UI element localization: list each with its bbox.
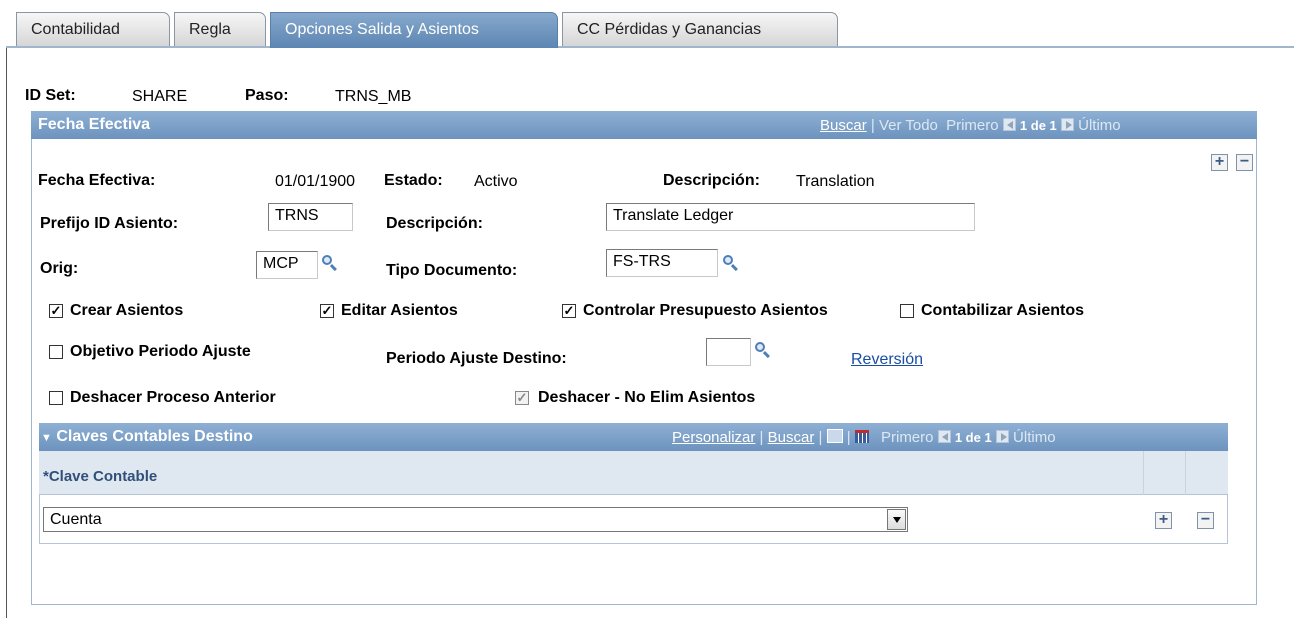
grid-add-row-button[interactable]: +	[1155, 512, 1172, 529]
reversion-link[interactable]: Reversión	[851, 351, 923, 369]
fecha-efectiva-value: 01/01/1900	[275, 173, 356, 190]
grid-primero-label[interactable]: Primero	[881, 429, 934, 446]
claves-contables-title-text: Claves Contables Destino	[56, 428, 253, 445]
ultimo-label[interactable]: Último	[1078, 117, 1121, 134]
grid-row-count: 1 de 1	[954, 430, 992, 445]
collapse-triangle-icon[interactable]: ▼	[41, 432, 52, 444]
periodo-ajuste-destino-label: Periodo Ajuste Destino:	[386, 350, 567, 367]
tab-contabilidad[interactable]: Contabilidad	[16, 12, 170, 46]
claves-contables-title[interactable]: ▼ Claves Contables Destino	[41, 428, 253, 446]
periodo-ajuste-destino-input[interactable]	[706, 338, 751, 366]
estado-value: Activo	[474, 173, 518, 190]
objetivo-periodo-ajuste-checkbox[interactable]	[49, 345, 63, 359]
periodo-ajuste-lookup-icon[interactable]	[754, 341, 772, 359]
tab-cc-perdidas[interactable]: CC Pérdidas y Ganancias	[562, 12, 838, 46]
orig-label: Orig:	[40, 260, 79, 277]
tipo-documento-label: Tipo Documento:	[386, 262, 518, 279]
grid-buscar-link[interactable]: Buscar	[768, 429, 815, 446]
orig-input[interactable]: MCP	[256, 251, 318, 279]
prefijo-id-asiento-input[interactable]: TRNS	[268, 203, 353, 231]
tab-label: Regla	[189, 21, 231, 38]
controlar-presupuesto-label: Controlar Presupuesto Asientos	[583, 302, 828, 319]
grid-delete-row-button[interactable]: −	[1197, 512, 1214, 529]
add-row-button[interactable]: +	[1211, 154, 1228, 171]
contabilizar-asientos-label: Contabilizar Asientos	[921, 302, 1084, 319]
deshacer-no-elim-checkbox: ✓	[515, 390, 529, 405]
buscar-link[interactable]: Buscar	[820, 117, 867, 134]
id-set-label: ID Set:	[25, 87, 76, 104]
paso-label: Paso:	[245, 87, 289, 104]
previous-arrow-icon[interactable]	[1002, 118, 1016, 131]
crear-asientos-label: Crear Asientos	[70, 302, 184, 319]
fecha-efectiva-nav: Buscar | Ver Todo Primero 1 de 1 Último	[820, 117, 1121, 134]
grid-next-arrow-icon[interactable]	[995, 430, 1009, 443]
paso-value: TRNS_MB	[335, 88, 412, 105]
tipo-documento-lookup-icon[interactable]	[722, 254, 740, 272]
descripcion-input[interactable]: Translate Ledger	[606, 203, 975, 231]
deshacer-no-elim-label: Deshacer - No Elim Asientos	[538, 389, 756, 406]
delete-row-button[interactable]: −	[1236, 154, 1253, 171]
tipo-documento-input[interactable]: FS-TRS	[606, 249, 718, 277]
tab-label: Opciones Salida y Asientos	[285, 21, 479, 38]
tab-regla[interactable]: Regla	[174, 12, 266, 46]
tab-opciones-salida[interactable]: Opciones Salida y Asientos	[270, 12, 558, 48]
clave-contable-column-header[interactable]: *Clave Contable	[43, 468, 157, 485]
ver-todo-link[interactable]: Ver Todo	[879, 117, 938, 134]
tab-label: Contabilidad	[31, 21, 120, 38]
claves-grid-nav: Personalizar | Buscar | | Primero 1 de 1…	[672, 429, 1056, 446]
objetivo-periodo-ajuste-label: Objetivo Periodo Ajuste	[70, 343, 251, 360]
estado-label: Estado:	[384, 172, 443, 189]
id-set-value: SHARE	[132, 88, 188, 105]
page-border	[6, 48, 7, 618]
grid-column-header-row	[39, 451, 1228, 495]
descripcion-label: Descripción:	[663, 172, 760, 189]
next-arrow-icon[interactable]	[1060, 118, 1074, 131]
primero-label[interactable]: Primero	[946, 117, 999, 134]
dropdown-arrow-icon[interactable]	[887, 509, 906, 530]
new-window-icon[interactable]	[826, 429, 843, 443]
descripcion-input-label: Descripción:	[386, 215, 483, 232]
row-count: 1 de 1	[1019, 118, 1057, 133]
nav-separator: |	[818, 429, 823, 446]
nav-separator: |	[846, 429, 851, 446]
controlar-presupuesto-checkbox[interactable]: ✓	[562, 304, 576, 318]
clave-contable-select[interactable]: Cuenta	[43, 507, 908, 532]
clave-contable-selected-value: Cuenta	[50, 511, 102, 528]
editar-asientos-label: Editar Asientos	[341, 302, 458, 319]
download-grid-icon[interactable]	[854, 430, 869, 443]
personalizar-link[interactable]: Personalizar	[672, 429, 755, 446]
deshacer-proceso-checkbox[interactable]	[49, 391, 63, 405]
editar-asientos-checkbox[interactable]: ✓	[320, 304, 334, 318]
descripcion-value: Translation	[796, 173, 875, 190]
grid-ultimo-label[interactable]: Último	[1013, 429, 1056, 446]
nav-separator: |	[759, 429, 764, 446]
prefijo-id-asiento-label: Prefijo ID Asiento:	[40, 215, 179, 232]
fecha-efectiva-label: Fecha Efectiva:	[38, 172, 156, 189]
deshacer-proceso-label: Deshacer Proceso Anterior	[70, 389, 276, 406]
tab-label: CC Pérdidas y Ganancias	[577, 21, 762, 38]
grid-previous-arrow-icon[interactable]	[937, 430, 951, 443]
nav-separator: |	[870, 117, 875, 134]
crear-asientos-checkbox[interactable]: ✓	[49, 304, 63, 318]
orig-lookup-icon[interactable]	[321, 254, 339, 272]
fecha-efectiva-title: Fecha Efectiva	[38, 116, 151, 133]
contabilizar-asientos-checkbox[interactable]	[900, 304, 914, 318]
